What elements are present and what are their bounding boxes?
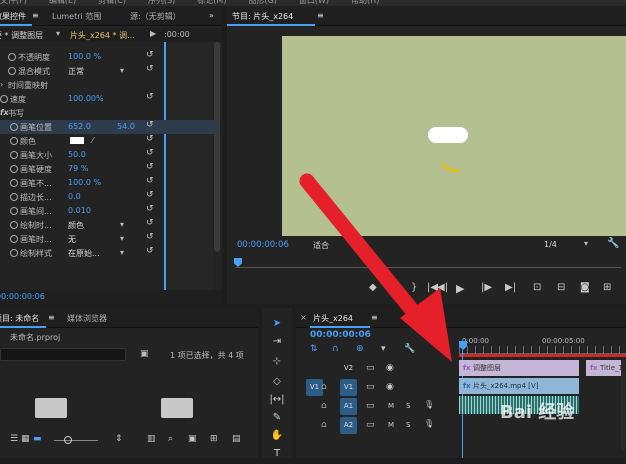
arrow-shaft bbox=[299, 173, 433, 334]
red-arrow-annotation bbox=[299, 173, 452, 362]
